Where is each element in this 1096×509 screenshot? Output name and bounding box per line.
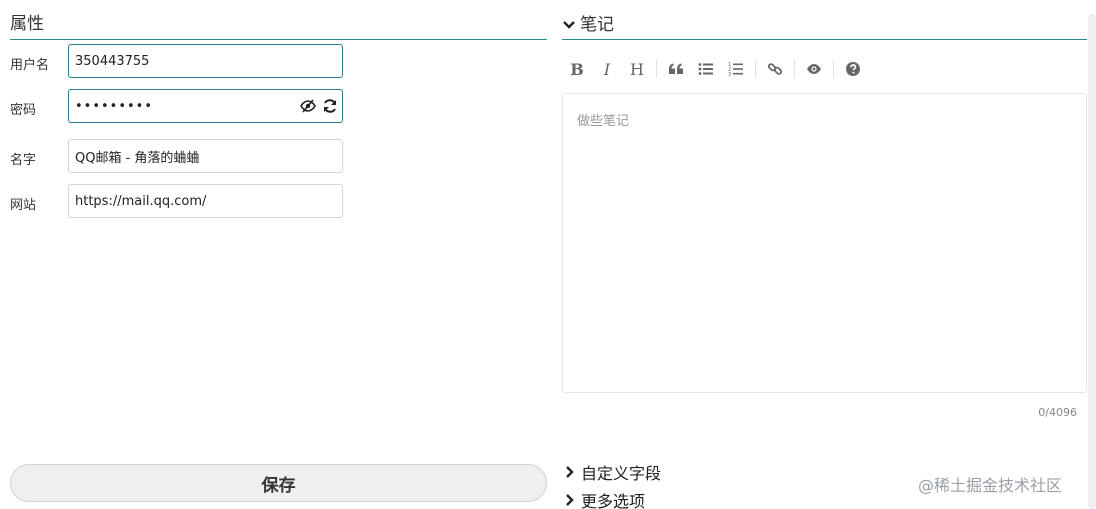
notes-title: 笔记 [580, 14, 614, 35]
name-field-wrap [68, 139, 343, 173]
notes-editor [562, 93, 1087, 393]
watermark: @稀土掘金技术社区 [918, 476, 1063, 495]
properties-title: 属性 [10, 10, 547, 40]
custom-fields-label: 自定义字段 [581, 464, 662, 483]
editor-toolbar: B I H 123 [562, 56, 868, 82]
custom-fields-toggle[interactable]: 自定义字段 [564, 460, 661, 484]
username-label: 用户名 [10, 58, 50, 73]
refresh-icon[interactable] [322, 98, 338, 116]
toolbar-divider [794, 60, 795, 78]
more-options-toggle[interactable]: 更多选项 [564, 488, 645, 509]
preview-eye-icon[interactable] [799, 56, 829, 82]
name-input[interactable] [69, 140, 342, 172]
toolbar-divider [833, 60, 834, 78]
help-icon[interactable] [838, 56, 868, 82]
toolbar-divider [755, 60, 756, 78]
svg-text:3: 3 [728, 72, 731, 77]
heading-button[interactable]: H [622, 56, 652, 82]
website-row: 网站 [10, 184, 547, 218]
ordered-list-icon[interactable]: 123 [721, 56, 751, 82]
notes-textarea[interactable] [563, 94, 1086, 392]
vertical-scrollbar[interactable] [1088, 14, 1096, 509]
toolbar-divider [656, 60, 657, 78]
notes-panel: 笔记 B I H 123 0/4096 自定义字段 [562, 10, 1087, 509]
username-row: 用户名 [10, 44, 547, 78]
italic-button[interactable]: I [592, 56, 622, 82]
website-input[interactable] [69, 185, 342, 217]
char-counter: 0/4096 [1038, 406, 1077, 419]
name-row: 名字 [10, 139, 547, 173]
notes-header[interactable]: 笔记 [562, 10, 1087, 40]
website-field-wrap [68, 184, 343, 218]
name-label: 名字 [10, 153, 37, 168]
save-button[interactable]: 保存 [10, 464, 547, 502]
properties-panel: 属性 用户名 密码 名字 网站 [10, 10, 547, 218]
username-field-wrap [68, 44, 343, 78]
username-input[interactable] [69, 45, 342, 77]
password-actions [300, 98, 338, 116]
chevron-right-icon [566, 466, 574, 478]
password-row: 密码 [10, 89, 547, 123]
password-label: 密码 [10, 103, 37, 118]
quote-icon[interactable] [661, 56, 691, 82]
eye-slash-icon[interactable] [300, 98, 316, 116]
more-options-label: 更多选项 [581, 492, 646, 509]
chevron-down-icon [563, 20, 575, 29]
password-field-wrap [68, 89, 343, 123]
bold-button[interactable]: B [562, 56, 592, 82]
password-input[interactable] [69, 90, 289, 122]
website-label: 网站 [10, 198, 37, 213]
chevron-right-icon [566, 494, 574, 506]
link-icon[interactable] [760, 56, 790, 82]
unordered-list-icon[interactable] [691, 56, 721, 82]
